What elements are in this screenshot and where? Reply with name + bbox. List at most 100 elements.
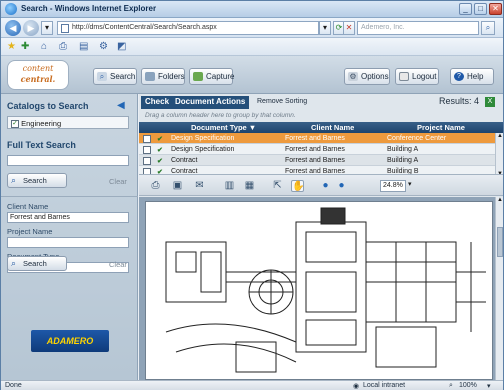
- document-viewer[interactable]: ▲: [139, 197, 503, 380]
- zone-globe-icon: ◉: [353, 383, 360, 390]
- print-icon[interactable]: ⎙: [149, 180, 162, 192]
- row-checkbox[interactable]: [143, 157, 151, 165]
- scroll-up-icon[interactable]: ▲: [497, 197, 503, 203]
- logout-label: Logout: [412, 72, 437, 81]
- scroll-thumb[interactable]: [497, 227, 503, 257]
- zoom-out-icon[interactable]: ●: [319, 180, 332, 192]
- fulltext-input[interactable]: [7, 155, 129, 166]
- email-icon[interactable]: ✉: [193, 180, 206, 192]
- content-central-logo[interactable]: content central.: [7, 60, 69, 90]
- field-clear-link[interactable]: Clear: [109, 260, 127, 269]
- options-button[interactable]: ⚙ Options: [344, 68, 390, 85]
- action-row: Check Document Actions Remove Sorting Re…: [139, 96, 503, 110]
- excel-export-icon[interactable]: X: [485, 97, 495, 107]
- col-project-name[interactable]: Project Name: [417, 123, 465, 132]
- floor-plan-image: [145, 201, 493, 380]
- logout-button[interactable]: Logout: [395, 68, 439, 85]
- maximize-button[interactable]: □: [474, 3, 487, 15]
- command-bar: ★ ✚ ⌂ ⎙ ▤ ⚙ ◩: [1, 38, 503, 56]
- address-input[interactable]: http://dms/ContentCentral/Search/Search.…: [57, 21, 319, 35]
- fulltext-title: Full Text Search: [7, 140, 76, 150]
- search-sidebar: Catalogs to Search ◀ ✓ Engineering Full …: [1, 94, 138, 380]
- remove-sorting-link[interactable]: Remove Sorting: [257, 98, 307, 105]
- close-button[interactable]: ✕: [489, 3, 502, 15]
- status-zoom[interactable]: 100%: [459, 382, 477, 389]
- pan-hand-icon[interactable]: ✋: [291, 180, 304, 192]
- checkmark-icon: ✔: [157, 158, 163, 165]
- history-dropdown[interactable]: ▾: [41, 21, 53, 35]
- cell-project-name: Building A: [387, 157, 419, 164]
- research-icon[interactable]: ◩: [117, 41, 126, 53]
- fulltext-search-label: Search: [23, 176, 47, 185]
- table-row[interactable]: ✔ Contract Forrest and Barnes Building A: [139, 155, 495, 166]
- help-label: Help: [467, 72, 484, 81]
- window-title: Search - Windows Internet Explorer: [21, 4, 157, 13]
- check-tab[interactable]: Check: [141, 96, 174, 109]
- browser-window: Search - Windows Internet Explorer _ □ ✕…: [0, 0, 504, 390]
- search-nav-label: Search: [110, 72, 136, 81]
- fit-width-icon[interactable]: ▥: [223, 180, 236, 192]
- col-client-name[interactable]: Client Name: [311, 123, 354, 132]
- options-label: Options: [361, 72, 389, 81]
- search-icon: ⌕: [11, 175, 17, 185]
- project-name-label: Project Name: [7, 227, 53, 236]
- status-zoom-icon[interactable]: ⌕: [449, 382, 453, 390]
- forward-button[interactable]: ▶: [23, 20, 39, 36]
- folders-nav-label: Folders: [158, 72, 185, 81]
- status-zoom-dropdown-icon[interactable]: ▾: [487, 382, 491, 390]
- address-dropdown[interactable]: ▾: [319, 21, 331, 35]
- help-icon: ?: [454, 72, 464, 81]
- fit-page-icon[interactable]: ▦: [243, 180, 256, 192]
- col-document-type[interactable]: Document Type ▼: [191, 123, 256, 132]
- select-cursor-icon[interactable]: ⇱: [271, 180, 284, 192]
- add-favorite-icon[interactable]: ✚: [21, 41, 29, 53]
- options-gear-icon: ⚙: [348, 72, 358, 81]
- grid-scrollbar[interactable]: ▲ ▼: [495, 133, 503, 177]
- zone-label: Local intranet: [363, 382, 406, 389]
- viewer-scrollbar[interactable]: ▲: [495, 197, 503, 380]
- help-button[interactable]: ? Help: [450, 68, 494, 85]
- checkmark-icon: ✔: [157, 147, 163, 154]
- field-search-label: Search: [23, 259, 47, 268]
- checkmark-icon: ✔: [157, 136, 163, 143]
- field-search-button[interactable]: ⌕ Search: [7, 256, 67, 271]
- tools-gear-icon[interactable]: ⚙: [99, 41, 108, 53]
- table-row[interactable]: ✔ Design Specification Forrest and Barne…: [139, 133, 495, 144]
- search-go-icon[interactable]: ⌕: [481, 21, 495, 35]
- fulltext-clear-link[interactable]: Clear: [109, 177, 127, 186]
- folder-icon: [145, 72, 155, 81]
- back-button[interactable]: ◀: [5, 20, 21, 36]
- fulltext-search-button[interactable]: ⌕ Search: [7, 173, 67, 188]
- cell-project-name: Building A: [387, 146, 419, 153]
- save-icon[interactable]: ▣: [171, 180, 184, 192]
- zoom-dropdown-icon[interactable]: ▾: [408, 180, 412, 188]
- live-search-input[interactable]: Ademero, Inc.: [357, 21, 479, 35]
- collapse-arrow-icon[interactable]: ◀: [117, 100, 125, 111]
- page-menu-icon[interactable]: ▤: [79, 41, 88, 53]
- minimize-button[interactable]: _: [459, 3, 472, 15]
- favorites-star-icon[interactable]: ★: [7, 41, 16, 53]
- cell-document-type: Contract: [171, 157, 198, 164]
- folders-nav-button[interactable]: Folders: [141, 68, 185, 85]
- home-icon[interactable]: ⌂: [41, 41, 47, 53]
- catalog-checkbox[interactable]: ✓: [11, 120, 19, 129]
- row-checkbox[interactable]: [143, 135, 151, 143]
- scroll-up-icon[interactable]: ▲: [497, 133, 503, 139]
- zoom-in-icon[interactable]: ●: [335, 180, 348, 192]
- capture-nav-label: Capture: [206, 72, 235, 81]
- adamero-logo: ADAMERO: [31, 330, 109, 352]
- search-nav-button[interactable]: ⌕ Search: [93, 68, 137, 85]
- table-row[interactable]: ✔ Design Specification Forrest and Barne…: [139, 144, 495, 155]
- stop-icon[interactable]: ✕: [343, 21, 355, 35]
- print-icon[interactable]: ⎙: [59, 41, 67, 53]
- client-name-label: Client Name: [7, 202, 49, 211]
- row-checkbox[interactable]: [143, 146, 151, 154]
- zoom-level[interactable]: 24.8%: [380, 180, 406, 192]
- capture-nav-button[interactable]: Capture: [189, 68, 235, 85]
- title-bar: Search - Windows Internet Explorer _ □ ✕: [1, 1, 503, 18]
- logo-line1: content: [22, 64, 54, 73]
- catalog-list: ✓ Engineering: [7, 116, 129, 129]
- project-name-input[interactable]: [7, 237, 129, 248]
- client-name-input[interactable]: Forrest and Barnes: [7, 212, 129, 223]
- document-actions-tab[interactable]: Document Actions: [171, 96, 250, 109]
